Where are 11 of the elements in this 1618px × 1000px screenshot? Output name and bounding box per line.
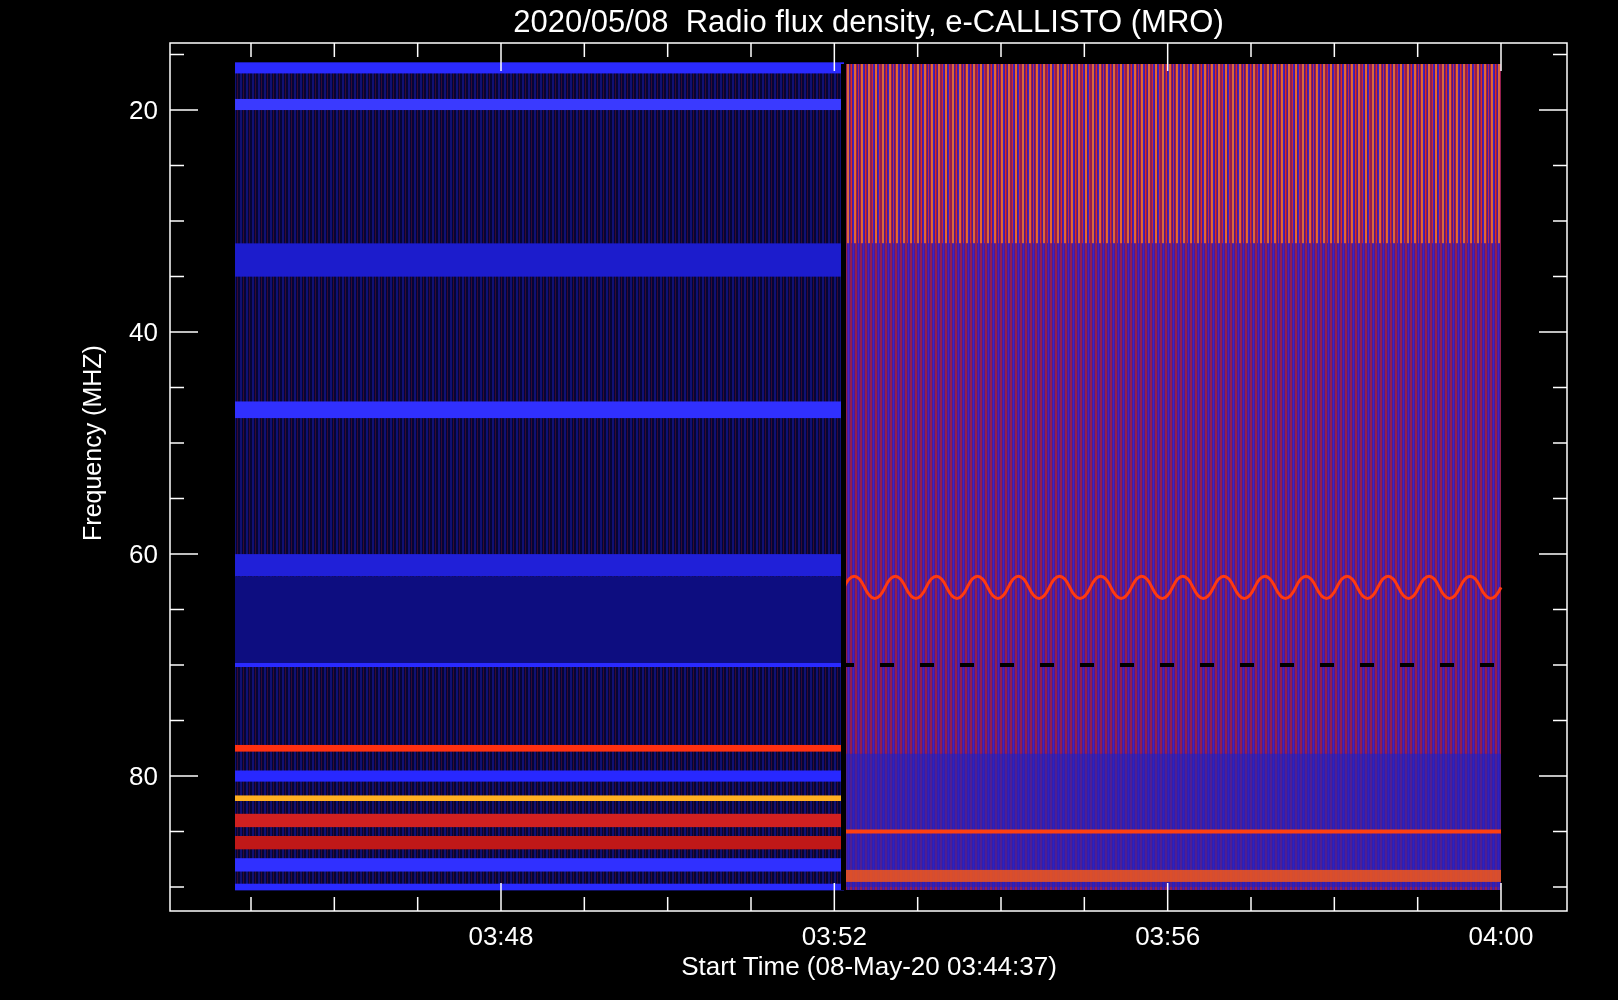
y-axis-label: Frequency (MHZ)	[78, 345, 106, 541]
y-tick-label: 60	[129, 539, 158, 569]
y-tick-label: 20	[129, 95, 158, 125]
x-axis-label: Start Time (08-May-20 03:44:37)	[681, 951, 1057, 981]
x-tick-label: 03:56	[1135, 921, 1201, 951]
x-tick-label: 03:48	[468, 921, 534, 951]
x-tick-label: 04:00	[1468, 921, 1534, 951]
y-tick-label: 40	[129, 317, 158, 347]
y-tick-label: 80	[129, 761, 158, 791]
chart-title: 2020/05/08 Radio flux density, e-CALLISTO (MRO)	[513, 4, 1224, 39]
x-tick-label: 03:52	[801, 921, 867, 951]
